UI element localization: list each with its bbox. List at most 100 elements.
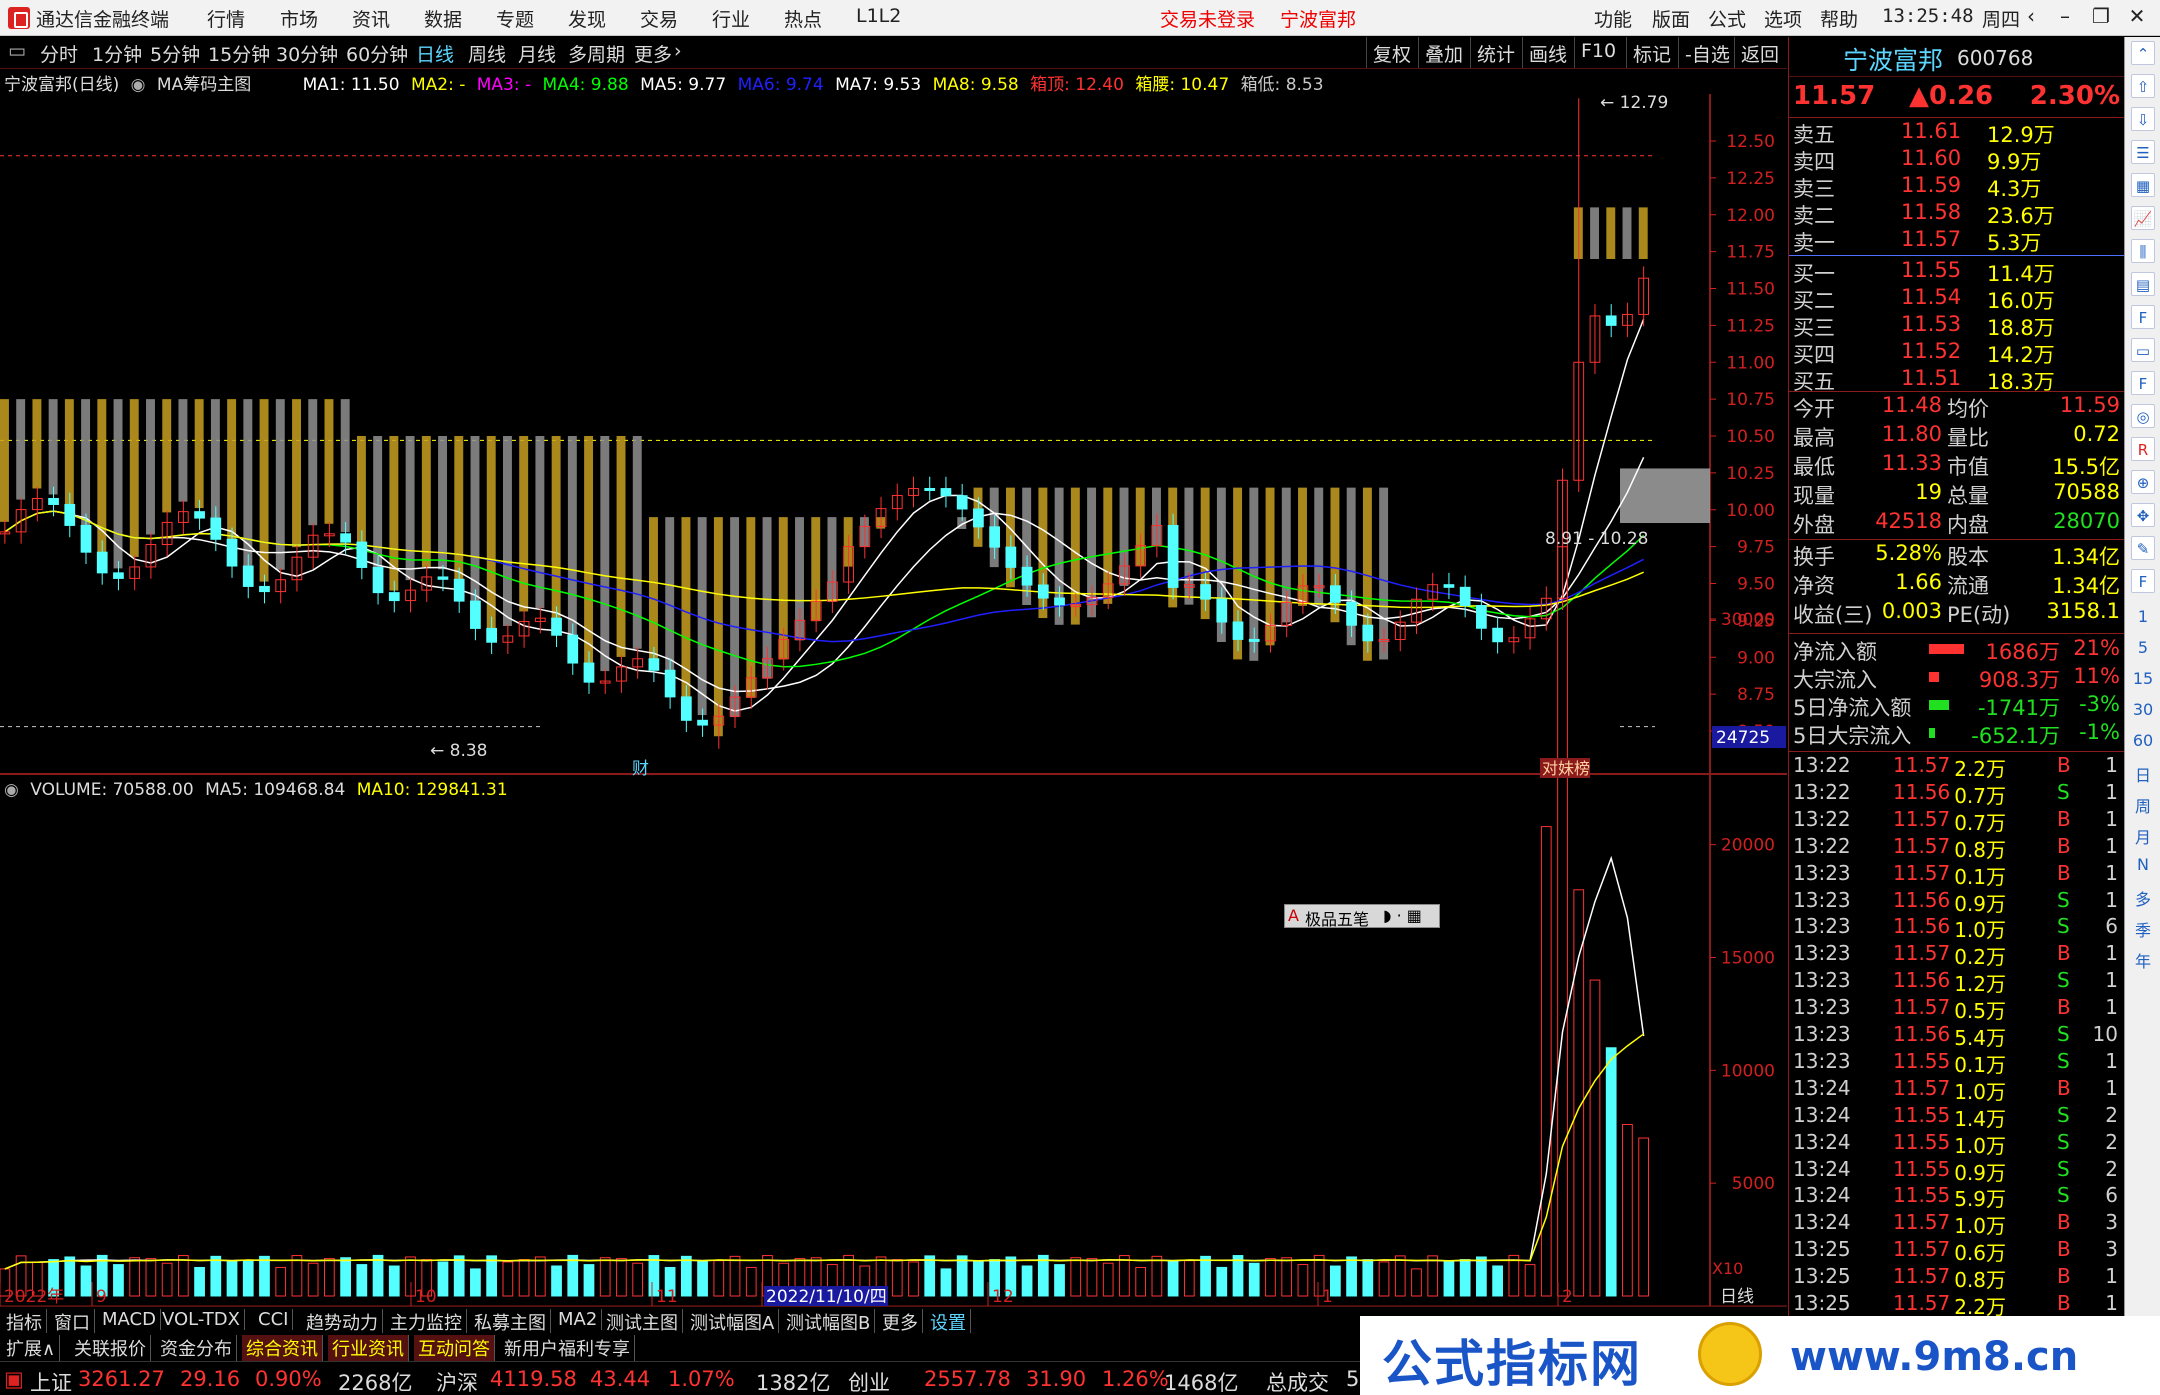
sidebar-period-0[interactable]: 1 bbox=[2129, 607, 2157, 633]
period-monthly[interactable]: 月线 bbox=[518, 40, 556, 67]
btn-draw[interactable]: 画线 bbox=[1522, 37, 1573, 68]
kline-chart[interactable]: 12.50 12.25 12.00 11.75 11.50 11.25 11.00 10.75… bbox=[0, 94, 1787, 1316]
indicator-tab-1[interactable]: 窗口 bbox=[50, 1309, 95, 1335]
indicator-tab-2[interactable]: MACD bbox=[98, 1309, 161, 1330]
table-icon[interactable]: ▤ bbox=[2131, 272, 2155, 296]
btn-stats[interactable]: 统计 bbox=[1470, 37, 1521, 68]
target-icon[interactable]: ⊕ bbox=[2131, 470, 2155, 494]
indicator-tab-12[interactable]: 更多 bbox=[878, 1309, 923, 1335]
period-1min[interactable]: 1分钟 bbox=[92, 40, 142, 67]
period-30min[interactable]: 30分钟 bbox=[276, 40, 338, 67]
btn-f10[interactable]: F10 bbox=[1574, 37, 1622, 68]
info-tab-0[interactable]: 扩展∧ bbox=[2, 1335, 61, 1361]
minimize-icon[interactable]: – bbox=[2050, 4, 2080, 30]
ime-moon-icon[interactable]: ◗ ⋅ ▦ bbox=[1383, 906, 1422, 925]
period-daily[interactable]: 日线 bbox=[416, 40, 454, 67]
indicator-name[interactable]: MA筹码主图 bbox=[157, 75, 251, 95]
period-15min[interactable]: 15分钟 bbox=[208, 40, 270, 67]
period-fenshi[interactable]: 分时 bbox=[40, 40, 78, 67]
bid-row-4[interactable]: 买四 11.52 14.2万 bbox=[1789, 339, 2124, 367]
menu-function[interactable]: 功能 bbox=[1594, 5, 1632, 32]
menu-industry[interactable]: 行业 bbox=[712, 5, 750, 32]
info-tab-6[interactable]: 新用户福利专享 bbox=[500, 1335, 635, 1361]
volume-dropdown-icon[interactable]: ◉ bbox=[4, 780, 19, 800]
hs-label[interactable]: 沪深 bbox=[436, 1367, 478, 1395]
menu-help[interactable]: 帮助 bbox=[1820, 5, 1858, 32]
menu-l1l2[interactable]: L1L2 bbox=[856, 5, 901, 27]
sidebar-period-11[interactable]: 年 bbox=[2129, 948, 2157, 974]
ask-row-1[interactable]: 卖一 11.57 5.3万 bbox=[1789, 227, 2124, 255]
info-tab-1[interactable]: 关联报价 bbox=[70, 1335, 151, 1361]
sidebar-period-9[interactable]: 多 bbox=[2129, 886, 2157, 912]
btn-overlay[interactable]: 叠加 bbox=[1418, 37, 1469, 68]
menu-data[interactable]: 数据 bbox=[424, 5, 462, 32]
period-multi[interactable]: 多周期 bbox=[568, 40, 625, 67]
up2-icon[interactable]: ⇧ bbox=[2131, 74, 2155, 98]
ime-popup[interactable]: A 极品五笔 ◗ ⋅ ▦ bbox=[1284, 904, 1440, 929]
bid-row-2[interactable]: 买二 11.54 16.0万 bbox=[1789, 285, 2124, 313]
indicator-tab-10[interactable]: 测试幅图A bbox=[686, 1309, 780, 1335]
indicator-dropdown-icon[interactable]: ◉ bbox=[131, 75, 146, 95]
period-60min[interactable]: 60分钟 bbox=[346, 40, 408, 67]
close-icon[interactable]: ✕ bbox=[2122, 4, 2152, 30]
menu-options[interactable]: 选项 bbox=[1764, 5, 1802, 32]
sidebar-period-7[interactable]: 月 bbox=[2129, 824, 2157, 850]
tick-list[interactable]: 13:22 11.57 2.2万 B 1 13:22 11.56 0.7万 S 1 13:22 11.… bbox=[1789, 753, 2124, 1316]
indicator-tab-3[interactable]: VOL-TDX bbox=[158, 1309, 245, 1330]
sidebar-period-10[interactable]: 季 bbox=[2129, 917, 2157, 943]
ask-row-5[interactable]: 卖五 11.61 12.9万 bbox=[1789, 119, 2124, 147]
chart-icon[interactable]: 📈 bbox=[2131, 206, 2155, 230]
indicator-tab-5[interactable]: 趋势动力 bbox=[302, 1309, 383, 1335]
menu-discover[interactable]: 发现 bbox=[568, 5, 606, 32]
period-weekly[interactable]: 周线 bbox=[468, 40, 506, 67]
menu-news[interactable]: 资讯 bbox=[352, 5, 390, 32]
info-tab-5[interactable]: 互动问答 bbox=[414, 1335, 495, 1361]
pen-icon[interactable]: ✎ bbox=[2131, 536, 2155, 560]
sidebar-period-2[interactable]: 15 bbox=[2129, 669, 2157, 695]
indicator-tab-8[interactable]: MA2 bbox=[554, 1309, 603, 1330]
period-5min[interactable]: 5分钟 bbox=[150, 40, 200, 67]
indicator-tab-0[interactable]: 指标 bbox=[2, 1309, 47, 1335]
chevron-right-icon[interactable]: › bbox=[674, 40, 682, 62]
menu-hot[interactable]: 热点 bbox=[784, 5, 822, 32]
indicator-tab-7[interactable]: 私募主图 bbox=[470, 1309, 551, 1335]
ask-row-4[interactable]: 卖四 11.60 9.9万 bbox=[1789, 146, 2124, 174]
cy-label[interactable]: 创业 bbox=[848, 1367, 890, 1395]
kline-icon[interactable]: ⫼ bbox=[2131, 239, 2155, 263]
menu-formula[interactable]: 公式 bbox=[1708, 5, 1746, 32]
menu-layout[interactable]: 版面 bbox=[1652, 5, 1690, 32]
ask-row-3[interactable]: 卖三 11.59 4.3万 bbox=[1789, 173, 2124, 201]
bid-row-3[interactable]: 买三 11.53 18.8万 bbox=[1789, 312, 2124, 340]
info-tab-4[interactable]: 行业资讯 bbox=[328, 1335, 409, 1361]
sidebar-period-5[interactable]: 日 bbox=[2129, 762, 2157, 788]
menu-market[interactable]: 行情 bbox=[207, 5, 245, 32]
indicator-tab-9[interactable]: 测试主图 bbox=[602, 1309, 683, 1335]
doc-icon[interactable]: ▭ bbox=[2131, 338, 2155, 362]
menu-trade[interactable]: 交易 bbox=[640, 5, 678, 32]
rsi-icon[interactable]: R bbox=[2131, 437, 2155, 461]
collapse-icon[interactable]: ▭ bbox=[8, 40, 26, 62]
ask-row-2[interactable]: 卖二 11.58 23.6万 bbox=[1789, 200, 2124, 228]
btn-fuquan[interactable]: 复权 bbox=[1366, 37, 1417, 68]
menu-scene[interactable]: 市场 bbox=[280, 5, 318, 32]
restore-icon[interactable]: ❐ bbox=[2086, 4, 2116, 30]
sh-label[interactable]: 上证 bbox=[30, 1367, 72, 1395]
f2-icon[interactable]: F bbox=[2131, 371, 2155, 395]
btn-return[interactable]: 返回 bbox=[1734, 37, 1785, 68]
info-tab-3[interactable]: 综合资讯 bbox=[242, 1335, 323, 1361]
menu-topics[interactable]: 专题 bbox=[496, 5, 534, 32]
indicator-tab-11[interactable]: 测试幅图B bbox=[782, 1309, 876, 1335]
sidebar-period-1[interactable]: 5 bbox=[2129, 638, 2157, 664]
btn-mark[interactable]: 标记 bbox=[1626, 37, 1677, 68]
login-status[interactable]: 交易未登录 bbox=[1160, 5, 1255, 32]
indicator-tab-13[interactable]: 设置 bbox=[926, 1309, 971, 1335]
indicator-tab-6[interactable]: 主力监控 bbox=[386, 1309, 467, 1335]
sidebar-period-8[interactable]: N bbox=[2129, 855, 2157, 881]
info-tab-2[interactable]: 资金分布 bbox=[156, 1335, 237, 1361]
period-more[interactable]: 更多 bbox=[634, 40, 672, 67]
sidebar-period-3[interactable]: 30 bbox=[2129, 700, 2157, 726]
up-icon[interactable]: ⌃ bbox=[2131, 41, 2155, 65]
down-icon[interactable]: ⇩ bbox=[2131, 107, 2155, 131]
sidebar-period-4[interactable]: 60 bbox=[2129, 731, 2157, 757]
bid-row-1[interactable]: 买一 11.55 11.4万 bbox=[1789, 258, 2124, 286]
